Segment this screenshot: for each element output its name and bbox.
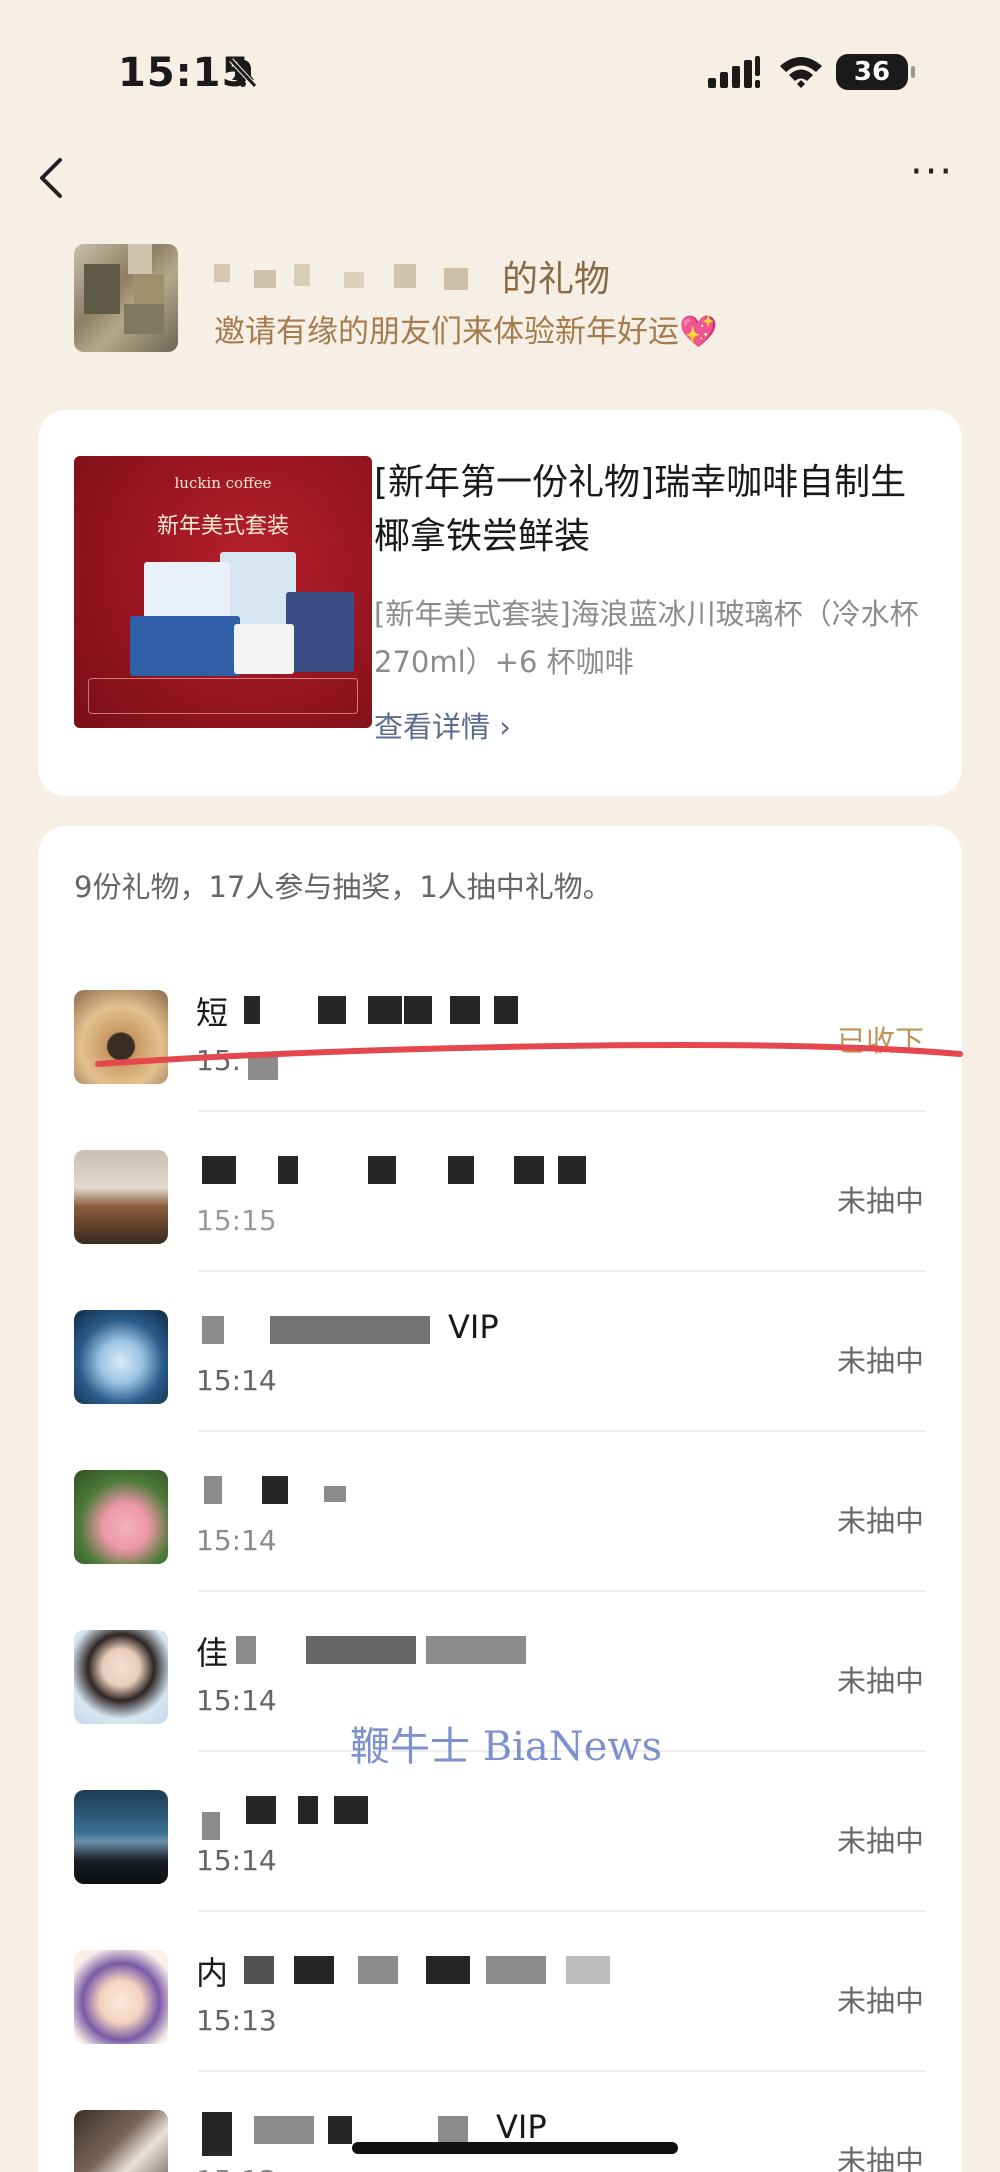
participant-time: 15:14 xyxy=(196,1524,277,1557)
gift-image-title: 新年美式套装 xyxy=(156,514,289,539)
participant-name: 内 xyxy=(196,1954,229,1992)
participant-name: VIP xyxy=(496,2108,547,2146)
name-mosaic xyxy=(244,1956,274,1984)
product-box xyxy=(234,624,294,674)
participant-time: 15:14 xyxy=(196,1684,277,1717)
list-item[interactable]: VIP 15:14 未抽中 xyxy=(38,1272,962,1432)
status-not-won: 未抽中 xyxy=(836,1184,924,1218)
gift-product-image: luckin coffee 新年美式套装 xyxy=(74,456,372,728)
name-mosaic xyxy=(204,1476,222,1504)
avatar xyxy=(74,1950,168,2044)
name-mosaic xyxy=(202,2112,232,2156)
status-not-won: 未抽中 xyxy=(836,1344,924,1378)
lottery-summary: 9份礼物，17人参与抽奖，1人抽中礼物。 xyxy=(74,870,612,904)
product-box xyxy=(286,592,354,672)
more-options-icon[interactable]: ··· xyxy=(910,152,960,192)
gift-card[interactable]: luckin coffee 新年美式套装 [新年第一份礼物]瑞幸咖啡自制生椰拿铁… xyxy=(38,410,962,796)
name-mosaic xyxy=(334,1796,368,1824)
watermark: 鞭牛士 BiaNews xyxy=(350,1724,663,1770)
gift-name: [新年第一份礼物]瑞幸咖啡自制生椰拿铁尝鲜装 xyxy=(374,462,907,557)
gift-image-footer xyxy=(88,678,358,714)
name-mosaic xyxy=(486,1956,546,1984)
home-indicator[interactable] xyxy=(352,2142,678,2154)
participant-time: 15:14 xyxy=(196,1364,277,1397)
name-mosaic xyxy=(270,1316,430,1344)
avatar xyxy=(74,1790,168,1884)
participant-time: 15:15 xyxy=(196,1204,277,1237)
luckin-brand-logo: luckin coffee xyxy=(174,474,272,492)
sender-avatar[interactable] xyxy=(74,244,178,352)
view-details-link[interactable]: 查看详情 › xyxy=(374,704,511,746)
name-mosaic xyxy=(262,1476,288,1504)
name-mosaic xyxy=(236,1636,256,1664)
list-item[interactable]: 15:14 未抽中 xyxy=(38,1752,962,1912)
name-mosaic xyxy=(426,1636,526,1664)
name-mosaic xyxy=(324,1486,346,1502)
participant-time: 15:14 xyxy=(196,1844,277,1877)
name-mosaic xyxy=(202,1316,224,1344)
sender-name-mosaic xyxy=(214,264,514,290)
status-not-won: 未抽中 xyxy=(836,1984,924,2018)
highlight-underline xyxy=(95,1042,963,1067)
name-mosaic xyxy=(566,1956,610,1984)
avatar xyxy=(74,1310,168,1404)
name-mosaic xyxy=(514,1156,544,1184)
list-item[interactable]: 15:14 未抽中 xyxy=(38,1432,962,1592)
sender-subtitle: 邀请有缘的朋友们来体验新年好运💖 xyxy=(214,314,718,350)
avatar xyxy=(74,1470,168,1564)
name-mosaic xyxy=(278,1156,298,1184)
avatar xyxy=(74,1150,168,1244)
name-mosaic xyxy=(202,1812,220,1840)
name-mosaic xyxy=(298,1796,318,1824)
name-mosaic xyxy=(558,1156,586,1184)
status-not-won: 未抽中 xyxy=(836,2144,924,2172)
name-mosaic xyxy=(438,2116,468,2144)
name-mosaic xyxy=(294,1956,334,1984)
status-bar: 15:15 36 xyxy=(0,0,1000,130)
wifi-icon xyxy=(780,57,822,88)
list-item[interactable]: 15:15 未抽中 xyxy=(38,1112,962,1272)
list-item[interactable]: 内 15:13 未抽中 xyxy=(38,1912,962,2072)
name-mosaic xyxy=(426,1956,470,1984)
status-not-won: 未抽中 xyxy=(836,1664,924,1698)
status-not-won: 未抽中 xyxy=(836,1504,924,1538)
bell-muted-icon xyxy=(229,58,257,88)
participant-time: 15:13 xyxy=(196,2004,277,2037)
name-mosaic xyxy=(246,1796,276,1824)
avatar xyxy=(74,2110,168,2172)
sender-header: 的礼物 邀请有缘的朋友们来体验新年好运💖 xyxy=(74,244,934,354)
back-chevron-icon[interactable] xyxy=(30,152,74,204)
name-mosaic xyxy=(254,2116,314,2144)
name-mosaic xyxy=(358,1956,398,1984)
participant-name: VIP xyxy=(448,1308,499,1346)
battery-indicator: 36 xyxy=(836,54,915,90)
name-mosaic xyxy=(202,1156,236,1184)
status-not-won: 未抽中 xyxy=(836,1824,924,1858)
sender-title: 的礼物 xyxy=(502,259,611,300)
name-mosaic xyxy=(448,1156,474,1184)
name-mosaic xyxy=(328,2116,352,2144)
name-mosaic xyxy=(306,1636,416,1664)
participant-time: 15:13 xyxy=(196,2164,277,2172)
list-item[interactable]: VIP 15:13 未抽中 xyxy=(38,2072,962,2172)
gift-description: [新年美式套装]海浪蓝冰川玻璃杯（冷水杯 270ml）+6 杯咖啡 xyxy=(374,597,919,679)
cellular-signal-icon xyxy=(708,56,760,88)
avatar xyxy=(74,1630,168,1724)
name-mosaic xyxy=(368,1156,396,1184)
product-box xyxy=(130,616,240,676)
participant-name: 佳 xyxy=(196,1634,229,1672)
